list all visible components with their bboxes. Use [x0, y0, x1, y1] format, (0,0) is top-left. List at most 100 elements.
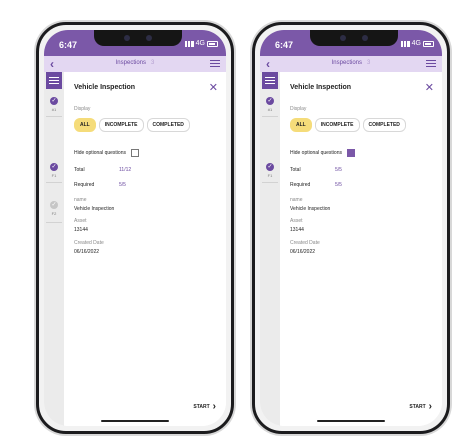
filter-incomplete-button[interactable]: INCOMPLETE	[98, 118, 144, 132]
chevron-right-icon: ›	[428, 401, 432, 412]
inspection-panel: Vehicle Inspection ✕ Display ALL INCOMPL…	[282, 72, 442, 426]
required-label: Required	[74, 182, 95, 188]
status-bar: 6:47 4G	[260, 30, 442, 56]
hide-optional-row: Hide optional questions	[74, 149, 139, 157]
asset-value: 13144	[74, 227, 88, 233]
nav-bar: ‹ Inspections 3	[260, 56, 442, 72]
home-indicator	[101, 420, 169, 422]
sidebar-step-2[interactable]: ✓ F1	[260, 163, 280, 178]
filter-all-button[interactable]: ALL	[290, 118, 312, 132]
check-circle-icon: ✓	[50, 201, 58, 209]
step-label: F1	[51, 173, 57, 178]
status-indicators: 4G	[400, 40, 434, 47]
status-time: 6:47	[59, 40, 78, 50]
required-label: Required	[290, 182, 311, 188]
phone-screen: 6:47 4G ‹ Inspections 3 ✓ #1 ✓ F1	[44, 30, 226, 426]
battery-icon	[423, 40, 434, 47]
nav-count: 3	[151, 60, 155, 66]
asset-value: 13144	[290, 227, 304, 233]
sliders-filter-icon[interactable]	[46, 72, 62, 89]
start-button[interactable]: START ›	[409, 401, 432, 412]
step-divider	[46, 182, 62, 183]
name-label: name	[74, 197, 87, 203]
phone-mockup-2: 6:47 4G ‹ Inspections 3 ✓ #1 ✓ F1 Vehicl…	[252, 22, 450, 434]
hamburger-menu-icon[interactable]	[426, 60, 436, 68]
required-value: 5/5	[335, 182, 342, 188]
step-label: #1	[51, 107, 57, 112]
sidebar-step-3[interactable]: ✓ F2	[44, 201, 64, 216]
network-label: 4G	[195, 40, 205, 47]
section-sidebar: ✓ #1 ✓ F1 ✓ F2	[44, 72, 64, 426]
hamburger-menu-icon[interactable]	[210, 60, 220, 68]
camera-notch	[310, 30, 398, 46]
check-circle-icon: ✓	[266, 97, 274, 105]
status-indicators: 4G	[184, 40, 218, 47]
sidebar-step-2[interactable]: ✓ F1	[44, 163, 64, 178]
home-indicator	[317, 420, 385, 422]
total-label: Total	[290, 167, 301, 173]
nav-title-text: Inspections	[115, 60, 146, 66]
chevron-right-icon: ›	[212, 401, 216, 412]
total-row: Total 5/5	[290, 167, 342, 173]
camera-notch	[94, 30, 182, 46]
panel-title: Vehicle Inspection	[74, 84, 136, 91]
step-label: #1	[267, 107, 273, 112]
start-label: START	[409, 404, 426, 410]
nav-title: Inspections 3	[260, 60, 442, 66]
hide-optional-checkbox[interactable]	[346, 149, 355, 157]
total-row: Total 11/12	[74, 167, 131, 173]
step-divider	[46, 116, 62, 117]
created-date-label: Created Date	[290, 240, 320, 246]
nav-title-text: Inspections	[331, 60, 362, 66]
hide-optional-label: Hide optional questions	[74, 150, 126, 156]
step-divider	[46, 222, 62, 223]
total-value: 11/12	[119, 167, 132, 173]
check-circle-icon: ✓	[266, 163, 274, 171]
display-label: Display	[74, 106, 91, 112]
status-bar: 6:47 4G	[44, 30, 226, 56]
close-icon[interactable]: ✕	[209, 81, 218, 94]
required-row: Required 5/5	[290, 182, 342, 188]
signal-icon	[184, 40, 194, 47]
start-button[interactable]: START ›	[193, 401, 216, 412]
start-label: START	[193, 404, 210, 410]
section-sidebar: ✓ #1 ✓ F1	[260, 72, 280, 426]
phone-mockup-1: 6:47 4G ‹ Inspections 3 ✓ #1 ✓ F1 ✓ F2 V…	[36, 22, 234, 434]
check-circle-icon: ✓	[50, 163, 58, 171]
sidebar-step-1[interactable]: ✓ #1	[260, 97, 280, 112]
name-value: Vehicle Inspection	[74, 206, 115, 212]
total-label: Total	[74, 167, 85, 173]
nav-title: Inspections 3	[44, 60, 226, 66]
inspection-panel: Vehicle Inspection ✕ Display ALL INCOMPL…	[66, 72, 226, 426]
battery-icon	[207, 40, 218, 47]
panel-title: Vehicle Inspection	[290, 84, 352, 91]
nav-bar: ‹ Inspections 3	[44, 56, 226, 72]
created-date-label: Created Date	[74, 240, 104, 246]
step-label: F1	[267, 173, 273, 178]
created-date-value: 06/16/2022	[290, 249, 316, 255]
filter-incomplete-button[interactable]: INCOMPLETE	[314, 118, 360, 132]
network-label: 4G	[411, 40, 421, 47]
display-label: Display	[290, 106, 307, 112]
sidebar-step-1[interactable]: ✓ #1	[44, 97, 64, 112]
name-label: name	[290, 197, 303, 203]
nav-count: 3	[367, 60, 371, 66]
asset-label: Asset	[74, 218, 87, 224]
total-value: 5/5	[335, 167, 342, 173]
required-value: 5/5	[119, 182, 126, 188]
signal-icon	[400, 40, 410, 47]
name-value: Vehicle Inspection	[290, 206, 331, 212]
phone-screen: 6:47 4G ‹ Inspections 3 ✓ #1 ✓ F1	[260, 30, 442, 426]
close-icon[interactable]: ✕	[425, 81, 434, 94]
required-row: Required 5/5	[74, 182, 126, 188]
step-label: F2	[51, 211, 57, 216]
filter-all-button[interactable]: ALL	[74, 118, 96, 132]
filter-completed-button[interactable]: COMPLETED	[146, 118, 190, 132]
display-filter-group: ALL INCOMPLETE COMPLETED	[290, 118, 406, 132]
hide-optional-checkbox[interactable]	[130, 149, 139, 157]
hide-optional-label: Hide optional questions	[290, 150, 342, 156]
filter-completed-button[interactable]: COMPLETED	[362, 118, 406, 132]
sliders-filter-icon[interactable]	[262, 72, 278, 89]
created-date-value: 06/16/2022	[74, 249, 100, 255]
step-divider	[262, 182, 278, 183]
